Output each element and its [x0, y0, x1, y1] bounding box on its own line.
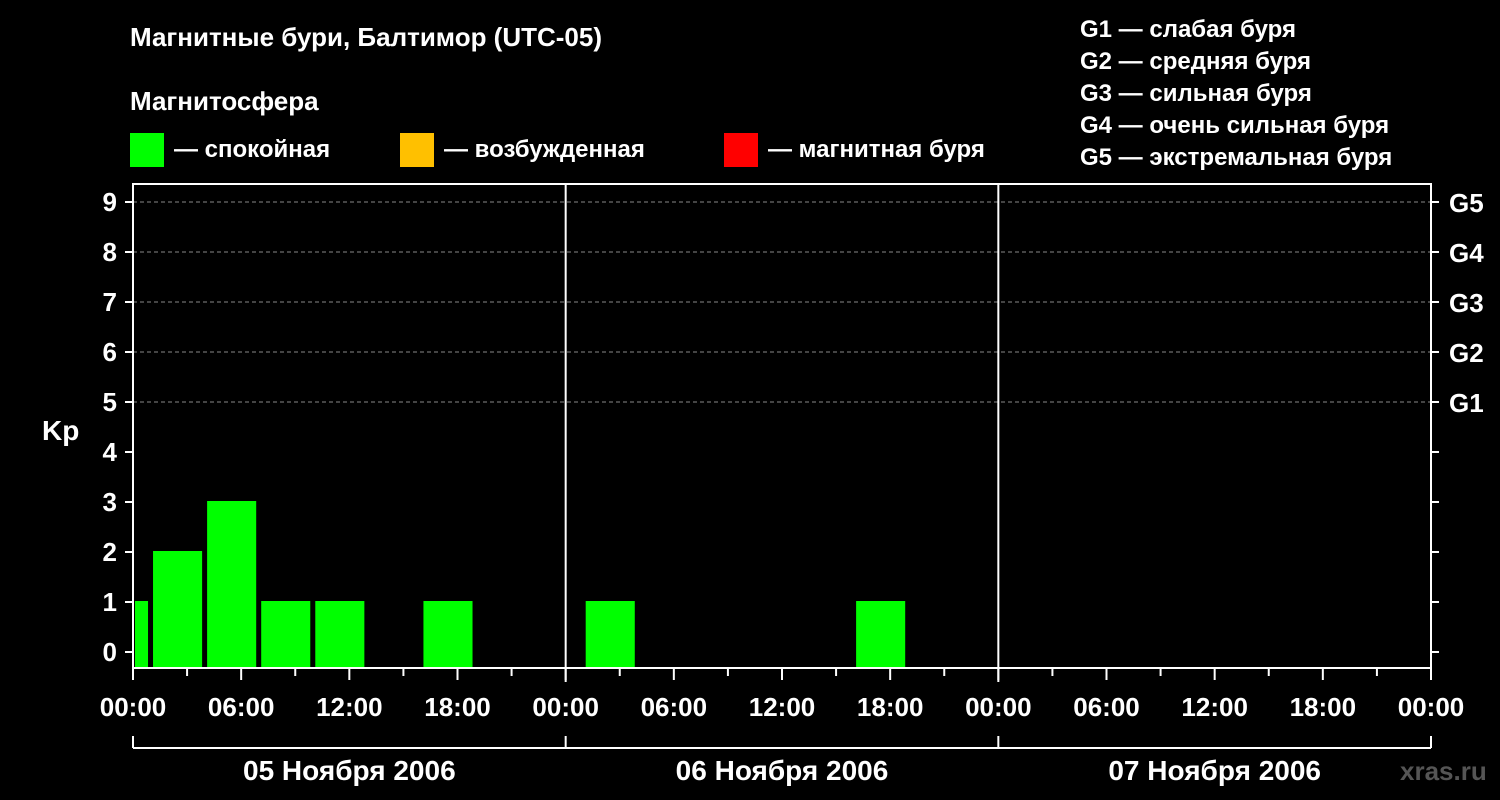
xtick-label-8: 00:00: [965, 692, 1032, 722]
xtick-label-1: 06:00: [208, 692, 275, 722]
ytick-label-6: 6: [103, 337, 117, 367]
xtick-label-9: 06:00: [1073, 692, 1140, 722]
xtick-label-5: 06:00: [641, 692, 708, 722]
xtick-label-12: 00:00: [1398, 692, 1465, 722]
plot-frame: [132, 183, 1432, 669]
right-axis-label-g1: G1: [1449, 388, 1484, 418]
ytick-label-5: 5: [103, 387, 117, 417]
xtick-label-4: 00:00: [532, 692, 599, 722]
bar-2: [207, 501, 257, 668]
xtick-label-6: 12:00: [749, 692, 816, 722]
day-label-1: 06 Ноября 2006: [676, 755, 889, 786]
bar-1: [153, 551, 203, 668]
ytick-label-0: 0: [103, 637, 117, 667]
day-label-2: 07 Ноября 2006: [1108, 755, 1321, 786]
watermark: xras.ru: [1400, 756, 1487, 786]
bar-6: [585, 601, 635, 668]
right-axis-label-g5: G5: [1449, 188, 1484, 218]
ytick-label-4: 4: [103, 437, 118, 467]
xtick-label-3: 18:00: [424, 692, 491, 722]
kp-chart: 0 1 2 3 4 5 6 7 8 9 G1 G2 G3 G4 G5 Kp 00:00 06:00 12:00 18:…: [42, 183, 1484, 786]
xtick-label-10: 12:00: [1181, 692, 1248, 722]
xtick-label-0: 00:00: [100, 692, 167, 722]
right-axis-label-g3: G3: [1449, 288, 1484, 318]
ytick-label-8: 8: [103, 237, 117, 267]
xtick-label-7: 18:00: [857, 692, 924, 722]
ytick-label-3: 3: [103, 487, 117, 517]
ytick-label-2: 2: [103, 537, 117, 567]
right-axis-label-g2: G2: [1449, 338, 1484, 368]
bar-7: [856, 601, 906, 668]
xtick-label-11: 18:00: [1290, 692, 1357, 722]
y-axis-label: Kp: [42, 415, 79, 446]
ytick-label-7: 7: [103, 287, 117, 317]
bar-4: [315, 601, 365, 668]
xtick-label-2: 12:00: [316, 692, 383, 722]
ytick-label-9: 9: [103, 187, 117, 217]
bar-5: [423, 601, 473, 668]
ytick-label-1: 1: [103, 587, 117, 617]
bar-0: [135, 601, 149, 668]
day-label-0: 05 Ноября 2006: [243, 755, 456, 786]
bar-3: [261, 601, 311, 668]
right-axis-label-g4: G4: [1449, 238, 1484, 268]
